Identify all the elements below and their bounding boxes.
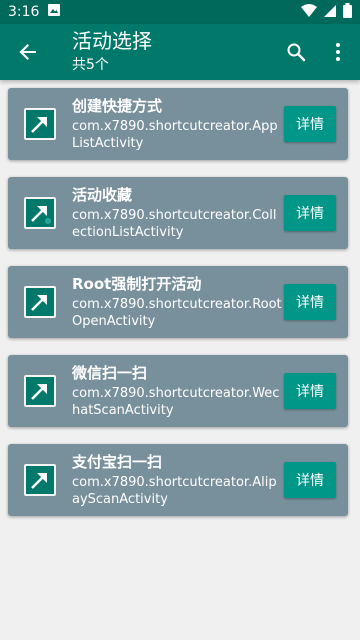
shortcut-arrow-icon — [24, 197, 56, 229]
image-icon — [47, 3, 61, 21]
activity-package: com.x7890.shortcutcreator.AlipayScanActi… — [72, 475, 277, 507]
status-bar: 3:16 — [0, 0, 360, 24]
activity-card[interactable]: 微信扫一扫 com.x7890.shortcutcreator.WechatSc… — [8, 355, 348, 427]
activity-name: 支付宝扫一扫 — [72, 453, 163, 471]
page-subtitle: 共5个 — [72, 57, 109, 73]
signal-icon — [323, 3, 337, 22]
details-button[interactable]: 详情 — [284, 373, 336, 409]
search-icon — [287, 43, 306, 62]
more-options-button[interactable] — [322, 36, 354, 68]
activity-name: 活动收藏 — [72, 186, 133, 204]
details-button[interactable]: 详情 — [284, 462, 336, 498]
activity-package: com.x7890.shortcutcreator.CollectionList… — [72, 208, 277, 240]
activity-card[interactable]: Root强制打开活动 com.x7890.shortcutcreator.Roo… — [8, 266, 348, 338]
activity-name: 创建快捷方式 — [72, 97, 163, 115]
wifi-icon — [301, 3, 317, 22]
shortcut-arrow-icon — [24, 375, 56, 407]
activity-card[interactable]: 活动收藏 com.x7890.shortcutcreator.Collectio… — [8, 177, 348, 249]
shortcut-arrow-icon — [24, 108, 56, 140]
back-arrow-icon — [19, 44, 36, 60]
shortcut-arrow-icon — [24, 286, 56, 318]
details-button[interactable]: 详情 — [284, 195, 336, 231]
activity-package: com.x7890.shortcutcreator.RootOpenActivi… — [72, 297, 282, 329]
activity-card[interactable]: 支付宝扫一扫 com.x7890.shortcutcreator.AlipayS… — [8, 444, 348, 516]
shortcut-arrow-icon — [24, 464, 56, 496]
activity-card[interactable]: 创建快捷方式 com.x7890.shortcutcreator.AppList… — [8, 88, 348, 160]
more-vert-icon — [336, 43, 340, 61]
activity-name: Root强制打开活动 — [72, 275, 202, 293]
search-button[interactable] — [280, 36, 312, 68]
activity-name: 微信扫一扫 — [72, 364, 148, 382]
battery-icon — [343, 2, 352, 22]
app-bar: 活动选择 共5个 — [0, 24, 360, 80]
details-button[interactable]: 详情 — [284, 284, 336, 320]
status-time: 3:16 — [8, 4, 40, 20]
page-title: 活动选择 — [72, 29, 152, 53]
details-button[interactable]: 详情 — [284, 106, 336, 142]
back-button[interactable] — [12, 36, 44, 68]
activity-package: com.x7890.shortcutcreator.WechatScanActi… — [72, 386, 280, 418]
activity-package: com.x7890.shortcutcreator.AppListActivit… — [72, 119, 278, 151]
